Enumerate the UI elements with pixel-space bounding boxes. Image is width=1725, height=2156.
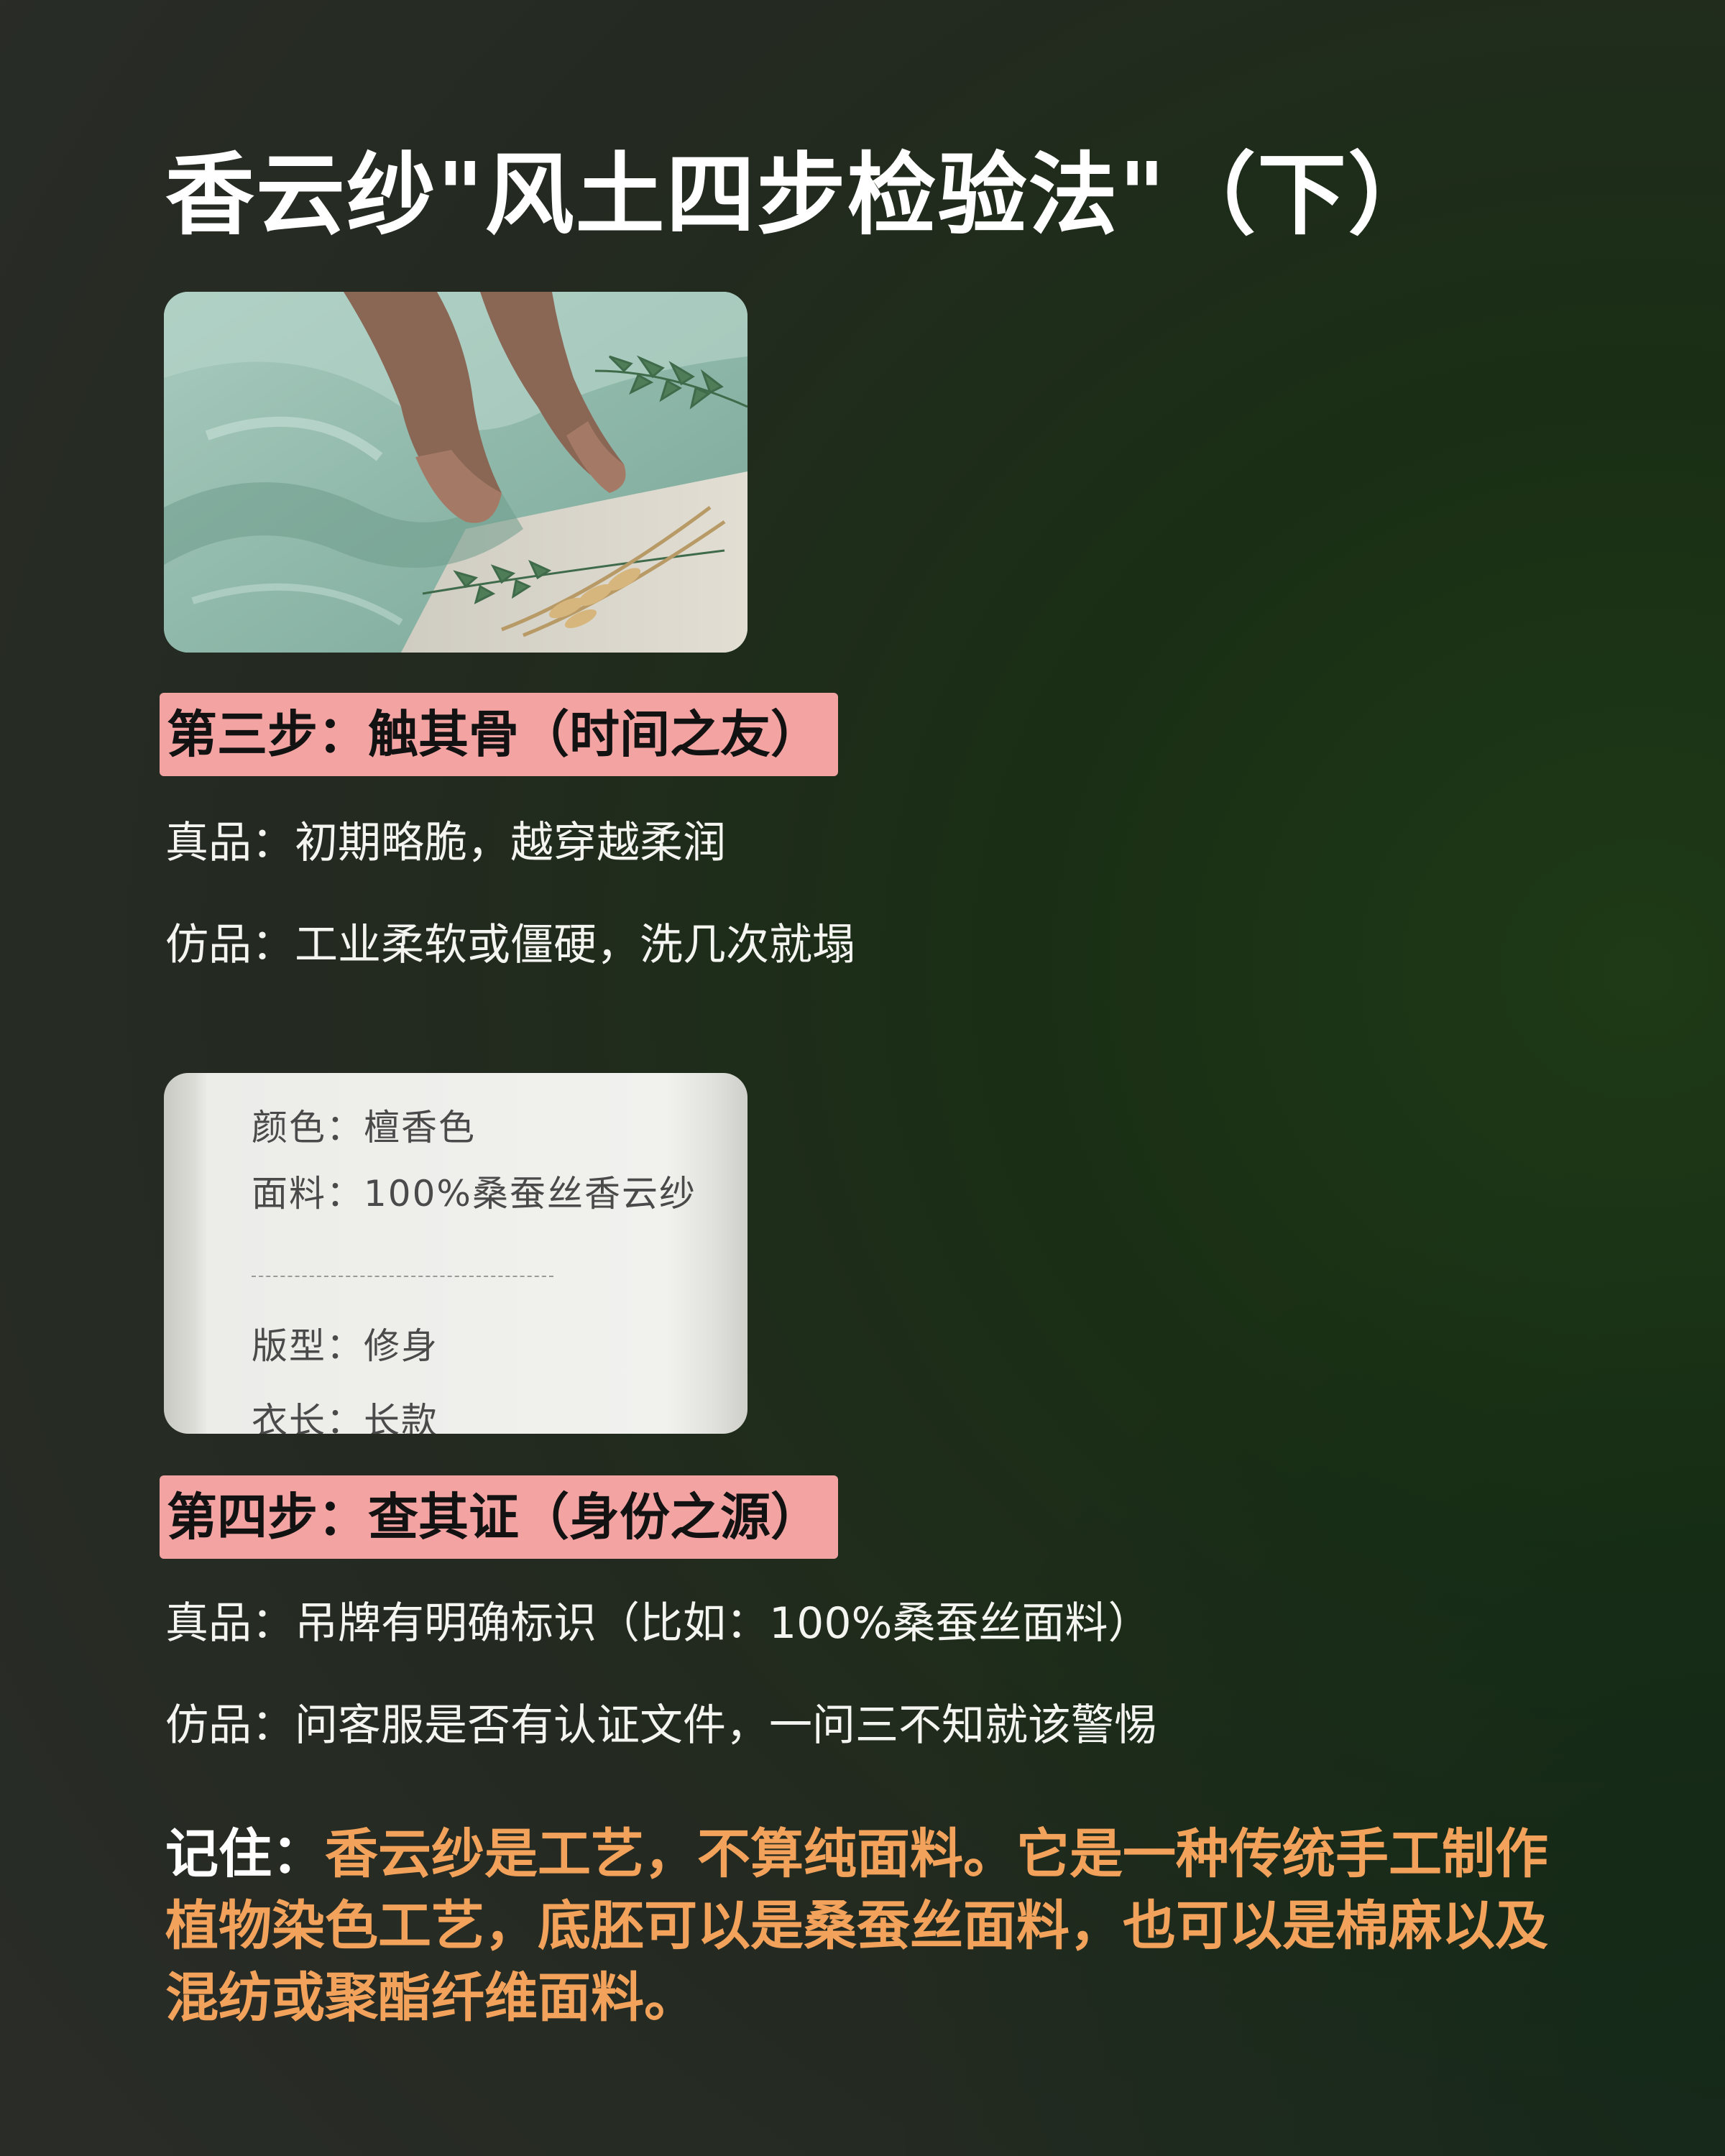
label-length-row: 衣长：长款: [252, 1400, 438, 1434]
label-color-row: 颜色：檀香色: [252, 1107, 476, 1148]
fabric-photo: [164, 292, 748, 653]
step3-fake-text: 仿品：工业柔软或僵硬，洗几次就塌: [165, 920, 855, 970]
remember-text: 香云纱是工艺，不算纯面料。它是一种传统手工制作植物染色工艺，底胚可以是桑蚕丝面料…: [165, 1823, 1548, 2029]
product-label-photo: 颜色：檀香色 面料：100%桑蚕丝香云纱 版型：修身 衣长：长款: [164, 1073, 748, 1434]
step4-heading: 第四步：查其证（身份之源）: [160, 1475, 838, 1559]
step3-heading: 第三步：触其骨（时间之友）: [160, 693, 838, 776]
remember-lead: 记住：: [165, 1823, 325, 1885]
step4-genuine-text: 真品：吊牌有明确标识（比如：100%桑蚕丝面料）: [165, 1598, 1151, 1649]
label-divider: [252, 1276, 553, 1277]
label-fabric-row: 面料：100%桑蚕丝香云纱: [252, 1173, 696, 1215]
remember-note: 记住：香云纱是工艺，不算纯面料。它是一种传统手工制作植物染色工艺，底胚可以是桑蚕…: [165, 1818, 1574, 2034]
step4-fake-text: 仿品：问客服是否有认证文件，一问三不知就该警惕: [165, 1700, 1157, 1751]
page-title: 香云纱"风土四步检验法"（下）: [165, 143, 1439, 247]
step3-genuine-text: 真品：初期略脆，越穿越柔润: [165, 818, 726, 868]
label-fit-row: 版型：修身: [252, 1325, 438, 1367]
